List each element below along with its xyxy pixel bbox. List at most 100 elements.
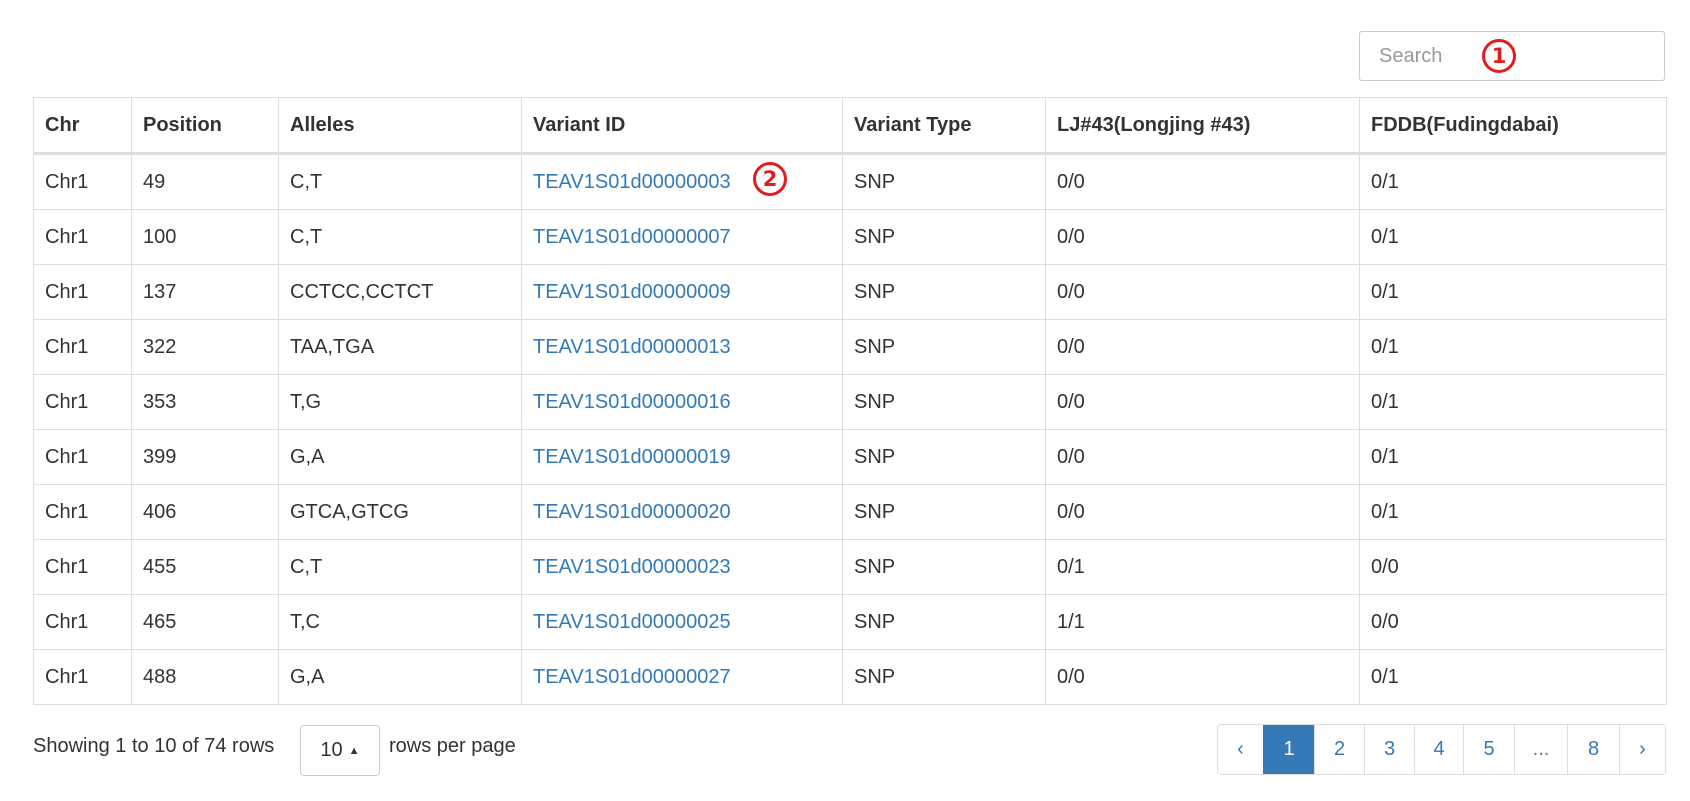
cell-lj43-genotype: 0/0 xyxy=(1045,209,1360,265)
table-row: Chr1 322 TAA,TGA TEAV1S01d00000013 SNP 0/0 0/1 xyxy=(33,319,1667,375)
table-header-row: Chr Position Alleles Variant ID Variant … xyxy=(33,97,1667,155)
pagination-page-5[interactable]: 5 xyxy=(1463,725,1514,774)
cell-fddb-genotype: 0/1 xyxy=(1359,374,1667,430)
variant-id-link[interactable]: TEAV1S01d00000003 xyxy=(533,171,731,193)
column-header-position[interactable]: Position xyxy=(131,97,279,155)
cell-fddb-genotype: 0/1 xyxy=(1359,484,1667,540)
cell-alleles: T,G xyxy=(278,374,522,430)
cell-variant-id: TEAV1S01d00000027 xyxy=(521,649,843,705)
cell-lj43-genotype: 0/0 xyxy=(1045,649,1360,705)
pagination-prev[interactable]: ‹ xyxy=(1218,725,1263,774)
cell-variant-id: TEAV1S01d00000016 xyxy=(521,374,843,430)
cell-chr: Chr1 xyxy=(33,484,132,540)
table-row: Chr1 49 C,T TEAV1S01d00000003 SNP 0/0 0/1 xyxy=(33,153,1667,210)
column-header-alleles[interactable]: Alleles xyxy=(278,97,522,155)
table-body: Chr1 49 C,T TEAV1S01d00000003 SNP 0/0 0/1 Chr1 1… xyxy=(33,153,1667,705)
rows-summary: Showing 1 to 10 of 74 rows xyxy=(33,735,275,757)
cell-alleles: TAA,TGA xyxy=(278,319,522,375)
variant-id-link[interactable]: TEAV1S01d00000016 xyxy=(533,391,731,413)
cell-alleles: T,C xyxy=(278,594,522,650)
pagination-page-3[interactable]: 3 xyxy=(1364,725,1414,774)
cell-alleles: GTCA,GTCG xyxy=(278,484,522,540)
cell-position: 465 xyxy=(131,594,279,650)
column-header-chr[interactable]: Chr xyxy=(33,97,132,155)
cell-position: 353 xyxy=(131,374,279,430)
annotation-marker-2: 2 xyxy=(753,162,787,196)
cell-fddb-genotype: 0/1 xyxy=(1359,649,1667,705)
cell-variant-id: TEAV1S01d00000023 xyxy=(521,539,843,595)
cell-lj43-genotype: 0/0 xyxy=(1045,264,1360,320)
cell-variant-id: TEAV1S01d00000025 xyxy=(521,594,843,650)
cell-fddb-genotype: 0/1 xyxy=(1359,319,1667,375)
cell-position: 399 xyxy=(131,429,279,485)
cell-chr: Chr1 xyxy=(33,594,132,650)
table-row: Chr1 406 GTCA,GTCG TEAV1S01d00000020 SNP 0/0 0… xyxy=(33,484,1667,540)
cell-chr: Chr1 xyxy=(33,153,132,210)
cell-alleles: C,T xyxy=(278,209,522,265)
cell-fddb-genotype: 0/0 xyxy=(1359,539,1667,595)
cell-fddb-genotype: 0/1 xyxy=(1359,209,1667,265)
cell-fddb-genotype: 0/1 xyxy=(1359,264,1667,320)
variant-id-link[interactable]: TEAV1S01d00000025 xyxy=(533,611,731,633)
variant-table: Chr Position Alleles Variant ID Variant … xyxy=(33,97,1667,705)
variant-id-link[interactable]: TEAV1S01d00000007 xyxy=(533,226,731,248)
cell-variant-id: TEAV1S01d00000020 xyxy=(521,484,843,540)
cell-position: 137 xyxy=(131,264,279,320)
pagination-page-last[interactable]: 8 xyxy=(1567,725,1619,774)
variant-id-link[interactable]: TEAV1S01d00000009 xyxy=(533,281,731,303)
table-row: Chr1 465 T,C TEAV1S01d00000025 SNP 1/1 0/0 xyxy=(33,594,1667,650)
cell-fddb-genotype: 0/1 xyxy=(1359,153,1667,210)
cell-lj43-genotype: 0/0 xyxy=(1045,429,1360,485)
cell-alleles: C,T xyxy=(278,153,522,210)
pagination-page-4[interactable]: 4 xyxy=(1414,725,1463,774)
cell-alleles: CCTCC,CCTCT xyxy=(278,264,522,320)
variant-id-link[interactable]: TEAV1S01d00000023 xyxy=(533,556,731,578)
pagination-page-2[interactable]: 2 xyxy=(1314,725,1364,774)
cell-variant-id: TEAV1S01d00000003 xyxy=(521,153,843,210)
column-header-lj43[interactable]: LJ#43(Longjing #43) xyxy=(1045,97,1360,155)
cell-alleles: G,A xyxy=(278,649,522,705)
variant-id-link[interactable]: TEAV1S01d00000027 xyxy=(533,666,731,688)
cell-lj43-genotype: 0/0 xyxy=(1045,153,1360,210)
cell-position: 488 xyxy=(131,649,279,705)
column-header-variant-type[interactable]: Variant Type xyxy=(842,97,1046,155)
cell-position: 406 xyxy=(131,484,279,540)
variant-id-link[interactable]: TEAV1S01d00000013 xyxy=(533,336,731,358)
pagination-ellipsis: ... xyxy=(1514,725,1567,774)
pagination-page-1[interactable]: 1 xyxy=(1263,725,1314,774)
rows-per-page-label: rows per page xyxy=(389,735,516,757)
cell-variant-type: SNP xyxy=(842,539,1046,595)
cell-alleles: G,A xyxy=(278,429,522,485)
cell-fddb-genotype: 0/0 xyxy=(1359,594,1667,650)
cell-lj43-genotype: 0/1 xyxy=(1045,539,1360,595)
cell-variant-type: SNP xyxy=(842,209,1046,265)
cell-chr: Chr1 xyxy=(33,209,132,265)
variant-id-link[interactable]: TEAV1S01d00000019 xyxy=(533,446,731,468)
page-size-dropdown[interactable]: 10 ▲ xyxy=(300,725,380,776)
pagination-next[interactable]: › xyxy=(1619,725,1665,774)
column-header-variant-id[interactable]: Variant ID xyxy=(521,97,843,155)
cell-chr: Chr1 xyxy=(33,374,132,430)
cell-alleles: C,T xyxy=(278,539,522,595)
cell-variant-id: TEAV1S01d00000019 xyxy=(521,429,843,485)
cell-lj43-genotype: 0/0 xyxy=(1045,484,1360,540)
cell-position: 322 xyxy=(131,319,279,375)
cell-variant-type: SNP xyxy=(842,319,1046,375)
table-row: Chr1 137 CCTCC,CCTCT TEAV1S01d00000009 SNP 0/… xyxy=(33,264,1667,320)
cell-chr: Chr1 xyxy=(33,429,132,485)
variant-id-link[interactable]: TEAV1S01d00000020 xyxy=(533,501,731,523)
cell-chr: Chr1 xyxy=(33,649,132,705)
cell-variant-id: TEAV1S01d00000007 xyxy=(521,209,843,265)
cell-variant-id: TEAV1S01d00000009 xyxy=(521,264,843,320)
cell-chr: Chr1 xyxy=(33,264,132,320)
table-row: Chr1 353 T,G TEAV1S01d00000016 SNP 0/0 0/1 xyxy=(33,374,1667,430)
cell-position: 100 xyxy=(131,209,279,265)
cell-lj43-genotype: 0/0 xyxy=(1045,374,1360,430)
cell-position: 455 xyxy=(131,539,279,595)
cell-lj43-genotype: 1/1 xyxy=(1045,594,1360,650)
table-row: Chr1 455 C,T TEAV1S01d00000023 SNP 0/1 0/0 xyxy=(33,539,1667,595)
cell-variant-type: SNP xyxy=(842,484,1046,540)
table-row: Chr1 100 C,T TEAV1S01d00000007 SNP 0/0 0/1 xyxy=(33,209,1667,265)
table-row: Chr1 488 G,A TEAV1S01d00000027 SNP 0/0 0/1 xyxy=(33,649,1667,705)
column-header-fddb[interactable]: FDDB(Fudingdabai) xyxy=(1359,97,1667,155)
